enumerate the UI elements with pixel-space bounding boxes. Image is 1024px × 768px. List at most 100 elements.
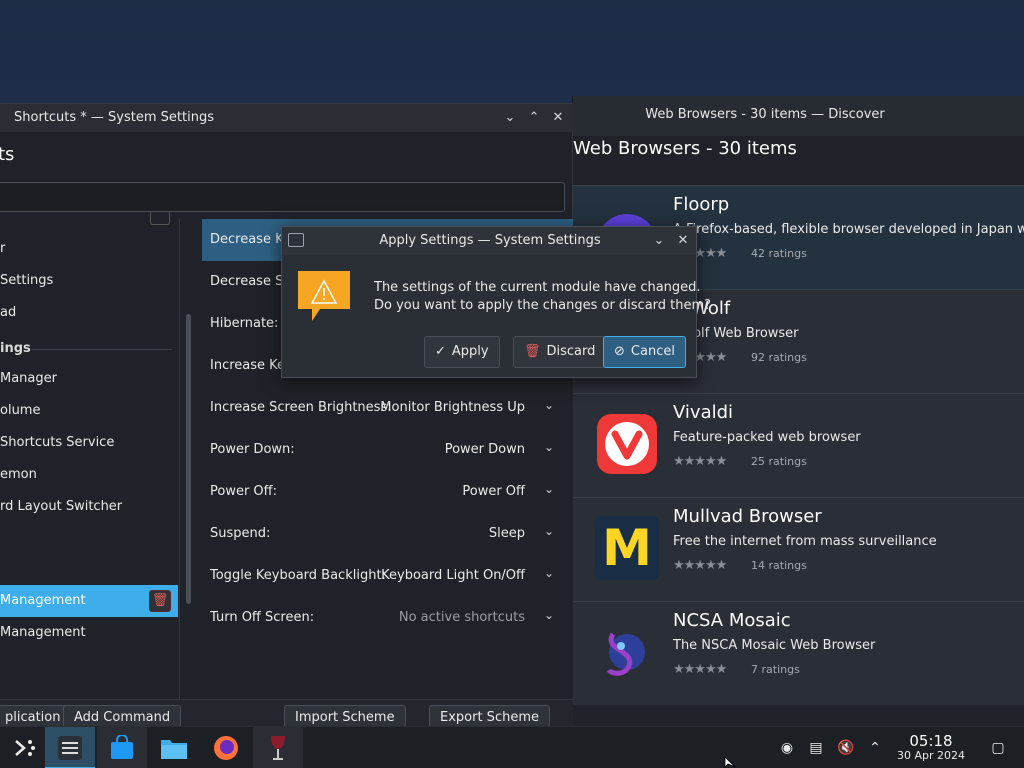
- maximize-chevron-icon[interactable]: ⌃: [525, 109, 543, 127]
- shortcut-value: Monitor Brightness Up: [380, 400, 525, 415]
- trash-icon[interactable]: 🗑: [149, 590, 171, 612]
- list-item[interactable]: rd Layout Switcher: [0, 491, 178, 523]
- app-description: The NSCA Mosaic Web Browser: [673, 638, 876, 653]
- search-input[interactable]: [0, 182, 565, 212]
- clock-date[interactable]: 30 Apr 2024: [888, 749, 974, 762]
- discover-window-title: Web Browsers - 30 items — Discover: [645, 107, 885, 122]
- rating-count: 42 ratings: [751, 247, 807, 260]
- taskbar-system-settings[interactable]: [45, 727, 95, 768]
- taskbar-discover[interactable]: [97, 727, 147, 768]
- shortcut-row[interactable]: Increase Screen Brightness: Monitor Brig…: [202, 387, 573, 429]
- rating-count: 92 ratings: [751, 351, 807, 364]
- clipboard-icon[interactable]: ▤: [806, 738, 826, 758]
- app-description: Feature-packed web browser: [673, 430, 861, 445]
- shortcut-value: No active shortcuts: [398, 610, 525, 625]
- app-card-mullvad-browser[interactable]: M Mullvad Browser Free the internet from…: [573, 497, 1024, 601]
- chevron-down-icon[interactable]: ⌄: [539, 524, 559, 544]
- trash-icon: 🗑: [524, 344, 541, 359]
- discard-button[interactable]: 🗑 Discard: [513, 336, 607, 368]
- discover-window: Web Browsers - 30 items — Discover Web B…: [572, 96, 1024, 726]
- category-divider: [30, 349, 172, 350]
- chevron-down-icon[interactable]: ⌄: [539, 482, 559, 502]
- list-item[interactable]: Management: [0, 617, 178, 649]
- shortcut-label: Power Down:: [210, 442, 295, 457]
- list-item[interactable]: olume: [0, 395, 178, 427]
- shortcut-label: Increase Ke: [210, 358, 286, 373]
- warning-icon: [298, 271, 350, 321]
- shortcut-label: Decrease Ke: [210, 232, 291, 247]
- cancel-icon: ⊘: [614, 344, 625, 359]
- shortcut-label: Increase Screen Brightness:: [210, 400, 392, 415]
- tray-expand-chevron-icon[interactable]: ⌃: [865, 738, 885, 758]
- list-item[interactable]: r: [0, 233, 178, 265]
- close-icon[interactable]: ✕: [549, 109, 567, 127]
- shortcut-row[interactable]: Suspend: Sleep ⌄: [202, 513, 573, 555]
- checkmark-icon: ✓: [435, 344, 446, 359]
- chevron-down-icon[interactable]: ⌄: [539, 440, 559, 460]
- settings-footer: plication Add Command Import Scheme Expo…: [0, 699, 573, 731]
- cancel-label: Cancel: [630, 344, 675, 359]
- show-desktop-icon[interactable]: ▢: [988, 738, 1008, 758]
- clock-time[interactable]: 05:18: [888, 732, 974, 750]
- vivaldi-logo-icon: [597, 414, 657, 474]
- rating-count: 14 ratings: [751, 559, 807, 572]
- minimize-chevron-icon[interactable]: ⌄: [650, 232, 668, 250]
- app-card-ncsa-mosaic[interactable]: NCSA Mosaic The NSCA Mosaic Web Browser …: [573, 601, 1024, 705]
- apply-button[interactable]: ✓ Apply: [424, 336, 500, 368]
- settings-window: Shortcuts * — System Settings ⌄ ⌃ ✕ ts r…: [0, 103, 573, 768]
- network-icon[interactable]: ◉: [777, 738, 797, 758]
- launcher-glyph-icon: [15, 739, 35, 756]
- chevron-down-icon[interactable]: ⌄: [539, 566, 559, 586]
- shortcut-value: Keyboard Light On/Off: [381, 568, 525, 583]
- taskbar-file-manager[interactable]: [149, 727, 199, 768]
- app-name: Floorp: [673, 194, 730, 215]
- discard-label: Discard: [546, 344, 596, 359]
- discover-page-heading: Web Browsers - 30 items: [573, 138, 797, 159]
- scrollbar-handle[interactable]: [186, 314, 191, 604]
- list-item[interactable]: Settings: [0, 265, 178, 297]
- taskbar-wine[interactable]: [253, 727, 303, 768]
- shortcut-row[interactable]: Turn Off Screen: No active shortcuts ⌄: [202, 597, 573, 639]
- mullvad-logo-icon: M: [595, 516, 659, 580]
- shortcut-value: Power Down: [444, 442, 525, 457]
- app-description: A Firefox-based, flexible browser develo…: [673, 222, 1024, 237]
- shortcut-label: Suspend:: [210, 526, 271, 541]
- shortcut-label: Turn Off Screen:: [210, 610, 315, 625]
- rating-stars: ★★★★★: [673, 558, 727, 573]
- shortcut-row[interactable]: Power Down: Power Down ⌄: [202, 429, 573, 471]
- rating-count: 7 ratings: [751, 663, 800, 676]
- discover-bag-icon: [111, 733, 133, 759]
- chevron-down-icon[interactable]: ⌄: [539, 398, 559, 418]
- list-item[interactable]: Shortcuts Service: [0, 427, 178, 459]
- dialog-message-line: The settings of the current module have …: [374, 280, 701, 295]
- shortcut-label: Decrease Sc: [210, 274, 291, 289]
- apply-settings-dialog: Apply Settings — System Settings ⌄ ✕ The…: [281, 226, 711, 378]
- list-item-selected[interactable]: Management 🗑: [0, 585, 178, 617]
- dialog-title: Apply Settings — System Settings: [379, 233, 601, 248]
- rating-count: 25 ratings: [751, 455, 807, 468]
- apply-label: Apply: [451, 344, 489, 359]
- list-scroll-up-icon[interactable]: [150, 211, 170, 225]
- cancel-button[interactable]: ⊘ Cancel: [603, 336, 686, 368]
- shortcut-label: Hibernate:: [210, 316, 279, 331]
- chevron-down-icon[interactable]: ⌄: [539, 608, 559, 628]
- list-item[interactable]: Manager: [0, 363, 178, 395]
- application-launcher-icon[interactable]: [0, 727, 50, 768]
- firefox-icon: [214, 735, 238, 760]
- close-icon[interactable]: ✕: [674, 232, 692, 250]
- taskbar-firefox[interactable]: [201, 727, 251, 768]
- component-list: r Settings ad ings Manager olume Shortcu…: [0, 211, 180, 768]
- shortcut-label: Power Off:: [210, 484, 278, 499]
- mouse-cursor-icon: [724, 757, 736, 768]
- minimize-chevron-icon[interactable]: ⌄: [501, 109, 519, 127]
- shortcut-row[interactable]: Power Off: Power Off ⌄: [202, 471, 573, 513]
- shortcut-row[interactable]: Toggle Keyboard Backlight: Keyboard Ligh…: [202, 555, 573, 597]
- list-item[interactable]: ad: [0, 297, 178, 329]
- rating-stars: ★★★★★: [673, 662, 727, 677]
- settings-page-heading: ts: [0, 144, 15, 165]
- list-item[interactable]: emon: [0, 459, 178, 491]
- volume-muted-icon[interactable]: 🔇: [836, 738, 856, 758]
- list-item-label: Management: [0, 593, 86, 608]
- app-card-vivaldi[interactable]: Vivaldi Feature-packed web browser ★★★★★…: [573, 393, 1024, 497]
- folder-icon: [161, 739, 187, 759]
